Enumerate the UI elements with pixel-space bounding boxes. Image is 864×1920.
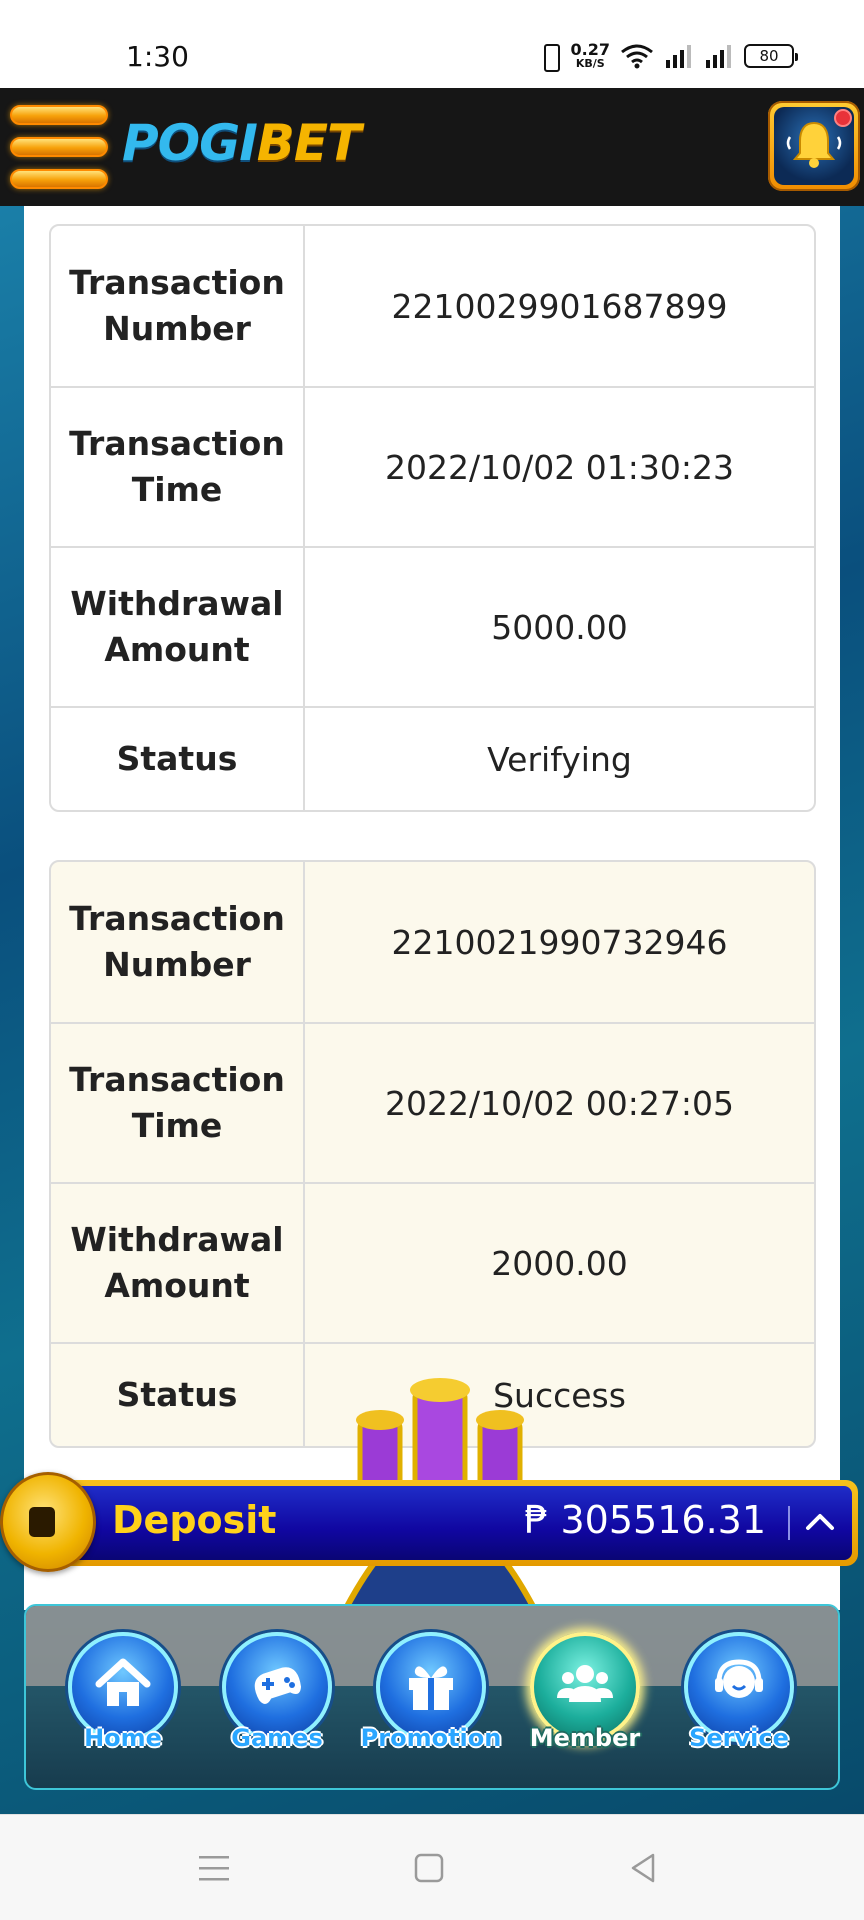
- status-time: 1:30: [126, 40, 189, 73]
- withdrawal-amount-label: Withdrawal Amount: [51, 548, 305, 706]
- withdrawal-amount-value: 2000.00: [491, 1243, 628, 1283]
- coin-icon: [0, 1472, 96, 1572]
- notification-button[interactable]: [768, 101, 860, 191]
- pogibet-logo[interactable]: POGIBET: [122, 118, 361, 168]
- nav-home-label: Home: [84, 1724, 162, 1752]
- transaction-time-value: 2022/10/02 01:30:23: [385, 447, 734, 487]
- network-speed-value: 0.27: [570, 40, 610, 59]
- headset-icon: [715, 1659, 763, 1698]
- system-nav-bar: [0, 1814, 864, 1920]
- withdrawal-amount-value: 5000.00: [491, 607, 628, 647]
- signal-icon-1: [666, 44, 691, 68]
- app-header: POGIBET: [0, 88, 864, 206]
- chevron-up-icon[interactable]: [802, 1504, 838, 1540]
- transaction-number-row: Transaction Number 2210029901687899: [51, 226, 814, 386]
- transaction-time-label: Transaction Time: [51, 388, 305, 546]
- transaction-time-row: Transaction Time 2022/10/02 01:30:23: [51, 386, 814, 546]
- logo-part1: POGI: [122, 114, 258, 172]
- vibrate-icon: [539, 43, 561, 72]
- status-row: Status Verifying: [51, 706, 814, 810]
- nav-service[interactable]: Service: [680, 1632, 798, 1762]
- nav-games-label: Games: [231, 1724, 323, 1752]
- nav-promotion-label: Promotion: [360, 1724, 502, 1752]
- battery-icon: 80: [744, 43, 798, 68]
- deposit-bar[interactable]: Deposit ₱ 305516.31: [56, 1480, 858, 1566]
- transaction-number-label: Transaction Number: [51, 226, 305, 386]
- network-speed-unit: KB/S: [575, 57, 605, 70]
- nav-promotion[interactable]: Promotion: [361, 1632, 501, 1762]
- balance-amount: ₱ 305516.31: [524, 1498, 766, 1542]
- transaction-time-value: 2022/10/02 00:27:05: [385, 1083, 734, 1123]
- transaction-number-value: 2210021990732946: [391, 922, 728, 962]
- logo-part2: BET: [256, 114, 361, 172]
- users-icon: [557, 1665, 613, 1702]
- home-square-icon[interactable]: [404, 1843, 454, 1893]
- nav-games[interactable]: Games: [218, 1632, 336, 1762]
- menu-icon[interactable]: [189, 1843, 239, 1893]
- hamburger-menu-icon[interactable]: [10, 105, 108, 189]
- nav-member-label: Member: [529, 1724, 641, 1752]
- nav-service-label: Service: [689, 1724, 789, 1752]
- transaction-number-label: Transaction Number: [51, 862, 305, 1022]
- notification-dot: [834, 109, 852, 127]
- back-icon[interactable]: [619, 1843, 669, 1893]
- nav-member[interactable]: Member: [526, 1632, 644, 1762]
- transaction-card: Transaction Number 2210029901687899 Tran…: [49, 224, 816, 812]
- signal-icon-2: [706, 44, 731, 68]
- transaction-card: Transaction Number 2210021990732946 Tran…: [49, 860, 816, 1448]
- wifi-icon: [621, 44, 653, 68]
- gift-icon: [409, 1666, 453, 1710]
- withdrawal-amount-label: Withdrawal Amount: [51, 1184, 305, 1342]
- divider: [788, 1506, 790, 1540]
- nav-home[interactable]: Home: [64, 1632, 182, 1762]
- network-speed: 0.27 KB/S: [570, 40, 610, 70]
- transaction-number-value: 2210029901687899: [391, 286, 728, 326]
- deposit-label: Deposit: [112, 1498, 277, 1542]
- status-bar: 1:30 0.27 KB/S 80: [0, 0, 864, 88]
- transaction-time-label: Transaction Time: [51, 1024, 305, 1182]
- gamepad-icon: [254, 1667, 302, 1704]
- status-value: Verifying: [487, 739, 632, 779]
- transaction-time-row: Transaction Time 2022/10/02 00:27:05: [51, 1022, 814, 1182]
- transaction-number-row: Transaction Number 2210021990732946: [51, 862, 814, 1022]
- status-label: Status: [51, 708, 305, 810]
- withdrawal-amount-row: Withdrawal Amount 2000.00: [51, 1182, 814, 1342]
- home-icon: [95, 1658, 151, 1706]
- status-icons: 0.27 KB/S 80: [539, 40, 798, 72]
- status-label: Status: [51, 1344, 305, 1446]
- withdrawal-amount-row: Withdrawal Amount 5000.00: [51, 546, 814, 706]
